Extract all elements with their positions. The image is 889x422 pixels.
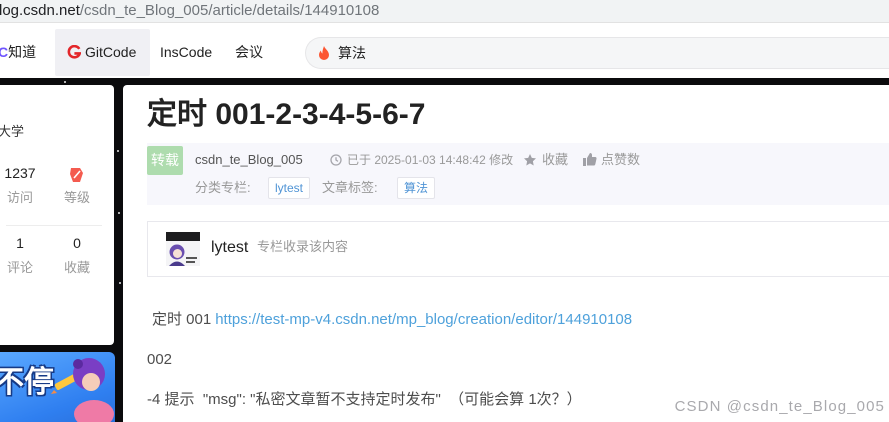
background-star	[118, 212, 120, 214]
visits-label: 访问	[6, 190, 33, 205]
column-card[interactable]: lytest 专栏收录该内容	[147, 221, 889, 277]
nav-item-c-know[interactable]: C知道	[0, 42, 36, 62]
author-sidebar: 大学 1237 访问 等级 1 评论 0 收藏	[0, 85, 114, 345]
clock-icon	[330, 154, 342, 166]
column-description: 专栏收录该内容	[257, 239, 349, 254]
nav-item-inscode[interactable]: InsCode	[160, 42, 212, 62]
search-value: 算法	[338, 45, 366, 61]
reprint-badge: 转载	[147, 146, 183, 175]
column-name[interactable]: lytest	[211, 237, 248, 259]
promo-banner[interactable]: 不停	[0, 352, 115, 422]
url-path: /csdn_te_Blog_005/article/details/144910…	[79, 2, 380, 19]
author-organization: 大学	[0, 124, 25, 139]
like-button[interactable]: 点赞数	[601, 151, 640, 169]
body-link[interactable]: https://test-mp-v4.csdn.net/mp_blog/crea…	[215, 311, 632, 328]
author-link[interactable]: csdn_te_Blog_005	[195, 151, 303, 169]
nav-item-meeting[interactable]: 会议	[235, 42, 263, 62]
favorites-count: 0	[73, 235, 81, 251]
level-label: 等级	[63, 190, 90, 205]
background-star	[117, 150, 119, 152]
url-text[interactable]: log.csdn.net/csdn_te_Blog_005/article/de…	[0, 1, 379, 21]
column-avatar[interactable]	[166, 232, 200, 266]
comments-count: 1	[16, 235, 24, 251]
star-icon[interactable]	[523, 153, 537, 167]
banner-character-illustration	[51, 358, 114, 422]
body-paragraph: -4 提示 "msg": "私密文章暂不支持定时发布" （可能会算 1次？）	[147, 391, 582, 408]
search-input[interactable]: 算法	[305, 37, 889, 69]
article-info-box: 转载 csdn_te_Blog_005 已于 2025-01-03 14:48:…	[147, 143, 889, 205]
body-text: 定时 001	[152, 311, 212, 328]
watermark: CSDN @csdn_te_Blog_005	[674, 398, 885, 415]
top-nav: C知道 GitCode InsCode 会议 算法	[0, 23, 889, 78]
category-tag[interactable]: lytest	[268, 177, 311, 199]
stats-divider	[6, 225, 102, 226]
tags-label: 文章标签:	[322, 180, 378, 195]
comments-label: 评论	[6, 260, 33, 275]
body-paragraph: 定时 001 https://test-mp-v4.csdn.net/mp_blo…	[152, 308, 632, 332]
background-star	[119, 282, 121, 284]
article-title: 定时 001-2-3-4-5-6-7	[147, 98, 426, 131]
nav-item-label: GitCode	[85, 44, 137, 60]
article-card: 定时 001-2-3-4-5-6-7 转载 csdn_te_Blog_005 已…	[123, 85, 889, 422]
url-host: log.csdn.net	[0, 2, 80, 19]
address-bar[interactable]: log.csdn.net/csdn_te_Blog_005/article/de…	[0, 0, 889, 23]
background-star	[64, 81, 66, 83]
nav-item-gitcode[interactable]: GitCode	[55, 29, 150, 76]
article-tag[interactable]: 算法	[397, 177, 436, 199]
thumbs-up-icon[interactable]	[582, 152, 597, 167]
category-label: 分类专栏:	[195, 180, 251, 195]
gitcode-logo-icon	[67, 45, 81, 59]
favorites-label: 收藏	[63, 260, 90, 275]
body-paragraph: 002	[147, 351, 173, 368]
level-badge-icon[interactable]	[68, 166, 86, 184]
fire-icon	[319, 46, 329, 60]
visits-count: 1237	[4, 165, 36, 181]
collect-button[interactable]: 收藏	[542, 151, 568, 169]
banner-text: 不停	[0, 366, 54, 399]
modified-time: 已于 2025-01-03 14:48:42 修改	[347, 153, 514, 167]
